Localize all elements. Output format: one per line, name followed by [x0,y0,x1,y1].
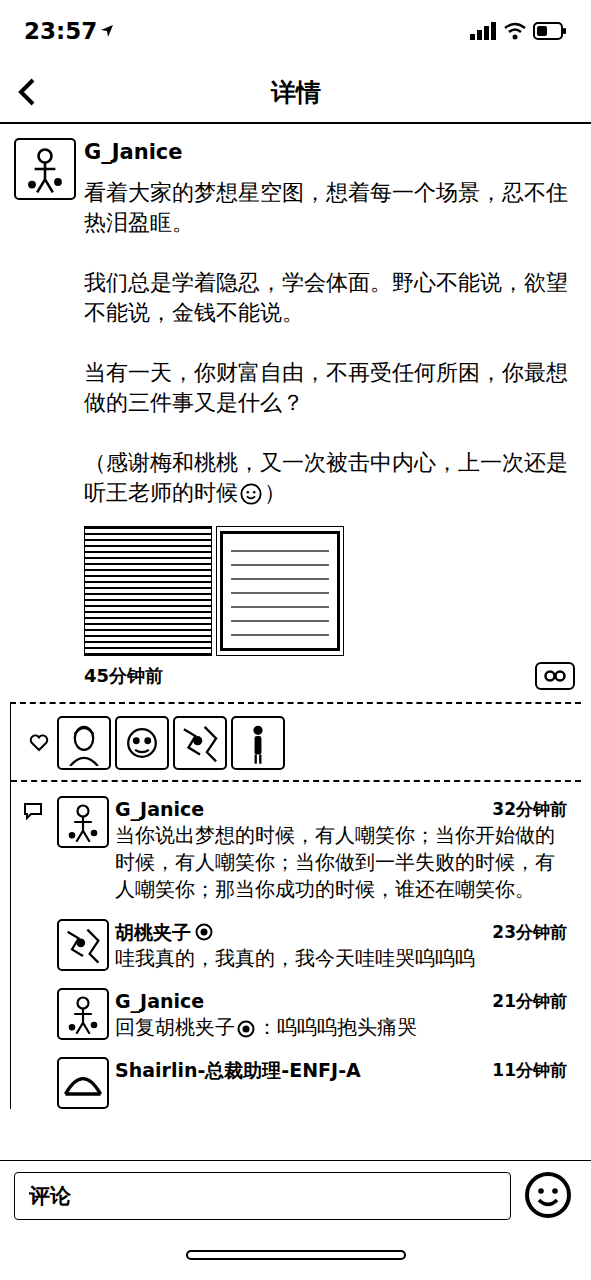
comment-author[interactable]: G_Janice [115,796,204,822]
comment-time: 11分钟前 [492,1059,567,1082]
comment-author[interactable]: 胡桃夹子 [115,919,213,945]
cartoon-avatar-icon [119,720,165,766]
comment-row[interactable]: G_Janice 21分钟前回复胡桃夹子：呜呜呜抱头痛哭 [57,988,567,1041]
comment-body: Shairlin-总裁助理-ENFJ-A 11分钟前 [115,1057,567,1109]
comment-icon-slot [23,796,57,1109]
comment-head: G_Janice 21分钟前 [115,988,567,1014]
comment-author[interactable]: G_Janice [115,988,204,1014]
comment-composer [0,1160,591,1230]
reply-badge [237,1020,255,1038]
status-icons [469,22,567,40]
comment-list: G_Janice 32分钟前当你说出梦想的时候，有人嘲笑你；当你开始做的时候，有人… [57,796,567,1109]
header-title: 详情 [70,76,521,109]
back-button[interactable] [0,77,70,107]
post-images [84,526,575,656]
post-paragraph: 当有一天，你财富自由，不再受任何所困，你最想做的三件事又是什么？ [84,358,575,418]
comment-input[interactable] [14,1172,511,1220]
liker-avatar[interactable] [57,716,111,770]
figure-avatar-icon [235,720,281,766]
person-avatar-icon [19,143,71,195]
heart-icon [29,734,49,752]
comment-avatar[interactable] [57,919,109,971]
likes-row [11,704,581,782]
comment-body: G_Janice 21分钟前回复胡桃夹子：呜呜呜抱头痛哭 [115,988,567,1041]
verified-badge-icon [237,1020,255,1038]
post-paragraph: 看着大家的梦想星空图，想着每一个场景，忍不住热泪盈眶。 [84,178,575,238]
post: G_Janice 看着大家的梦想星空图，想着每一个场景，忍不住热泪盈眶。我们总是学… [0,124,591,690]
emoji [240,483,262,505]
comment-text: 回复胡桃夹子：呜呜呜抱头痛哭 [115,1014,567,1041]
comments-area: G_Janice 32分钟前当你说出梦想的时候，有人嘲笑你；当你开始做的时候，有人… [11,782,581,1109]
comment-avatar[interactable] [57,988,109,1040]
comment-head: G_Janice 32分钟前 [115,796,567,822]
location-arrow-icon [99,23,115,39]
emoji-face-icon [524,1171,572,1219]
comment-text: 哇我真的，我真的，我今天哇哇哭呜呜呜 [115,945,567,972]
post-time: 45分钟前 [84,664,163,688]
comment-bubble-icon [23,802,43,820]
liker-avatar[interactable] [115,716,169,770]
more-button[interactable] [535,662,575,690]
post-footer: 45分钟前 [84,662,575,690]
comment-avatar[interactable] [57,796,109,848]
document-sheet [220,531,340,651]
home-indicator[interactable] [186,1250,406,1260]
comment-text: 当你说出梦想的时候，有人嘲笑你；当你开始做的时候，有人嘲笑你；当你做到一半失败的… [115,822,567,903]
post-paragraph: （感谢梅和桃桃，又一次被击中内心，上一次还是听王老师的时候） [84,448,575,508]
nav-header: 详情 [0,62,591,124]
status-time: 23:57 [24,18,115,44]
comment-time: 23分钟前 [492,921,567,944]
comment-row[interactable]: 胡桃夹子 23分钟前哇我真的，我真的，我今天哇哇哭呜呜呜 [57,919,567,972]
post-image[interactable] [84,526,212,656]
post-author[interactable]: G_Janice [84,138,575,166]
signal-icon [469,22,497,40]
post-paragraph: 我们总是学着隐忍，学会体面。野心不能说，欲望不能说，金钱不能说。 [84,268,575,328]
portrait-avatar-icon [61,720,107,766]
liker-avatar[interactable] [173,716,227,770]
post-body: G_Janice 看着大家的梦想星空图，想着每一个场景，忍不住热泪盈眶。我们总是学… [84,138,575,690]
arch-avatar-icon [61,1061,105,1105]
comment-time: 21分钟前 [492,990,567,1013]
comment-body: 胡桃夹子 23分钟前哇我真的，我真的，我今天哇哇哭呜呜呜 [115,919,567,972]
post-detail-screen: 23:57 详情 G_Janice 看着大家的梦想星空图，想着每一个场景，忍不住热泪盈… [0,0,591,1280]
emoji-button[interactable] [523,1171,573,1221]
sketch-avatar-icon [61,923,105,967]
verified-badge-icon [195,923,213,941]
like-icon-slot [25,734,53,752]
more-dots-icon [543,669,567,683]
comment-author[interactable]: Shairlin-总裁助理-ENFJ-A [115,1057,361,1083]
comment-time: 32分钟前 [492,798,567,821]
liker-avatar[interactable] [231,716,285,770]
comment-body: G_Janice 32分钟前当你说出梦想的时候，有人嘲笑你；当你开始做的时候，有人… [115,796,567,903]
back-arrow-icon [16,77,38,107]
content-scroll[interactable]: G_Janice 看着大家的梦想星空图，想着每一个场景，忍不住热泪盈眶。我们总是学… [0,124,591,1160]
person-avatar-icon [61,992,105,1036]
interactions: G_Janice 32分钟前当你说出梦想的时候，有人嘲笑你；当你开始做的时候，有人… [10,702,581,1109]
comment-row[interactable]: Shairlin-总裁助理-ENFJ-A 11分钟前 [57,1057,567,1109]
status-bar: 23:57 [0,0,591,62]
comment-avatar[interactable] [57,1057,109,1109]
smile-emoji-icon [240,483,262,505]
comment-row[interactable]: G_Janice 32分钟前当你说出梦想的时候，有人嘲笑你；当你开始做的时候，有人… [57,796,567,903]
wifi-icon [503,22,527,40]
person-avatar-icon [61,800,105,844]
comment-head: 胡桃夹子 23分钟前 [115,919,567,945]
post-avatar[interactable] [14,138,76,200]
post-image[interactable] [216,526,344,656]
comment-head: Shairlin-总裁助理-ENFJ-A 11分钟前 [115,1057,567,1083]
battery-icon [533,22,567,40]
home-area [0,1230,591,1280]
sketch-avatar-icon [177,720,223,766]
